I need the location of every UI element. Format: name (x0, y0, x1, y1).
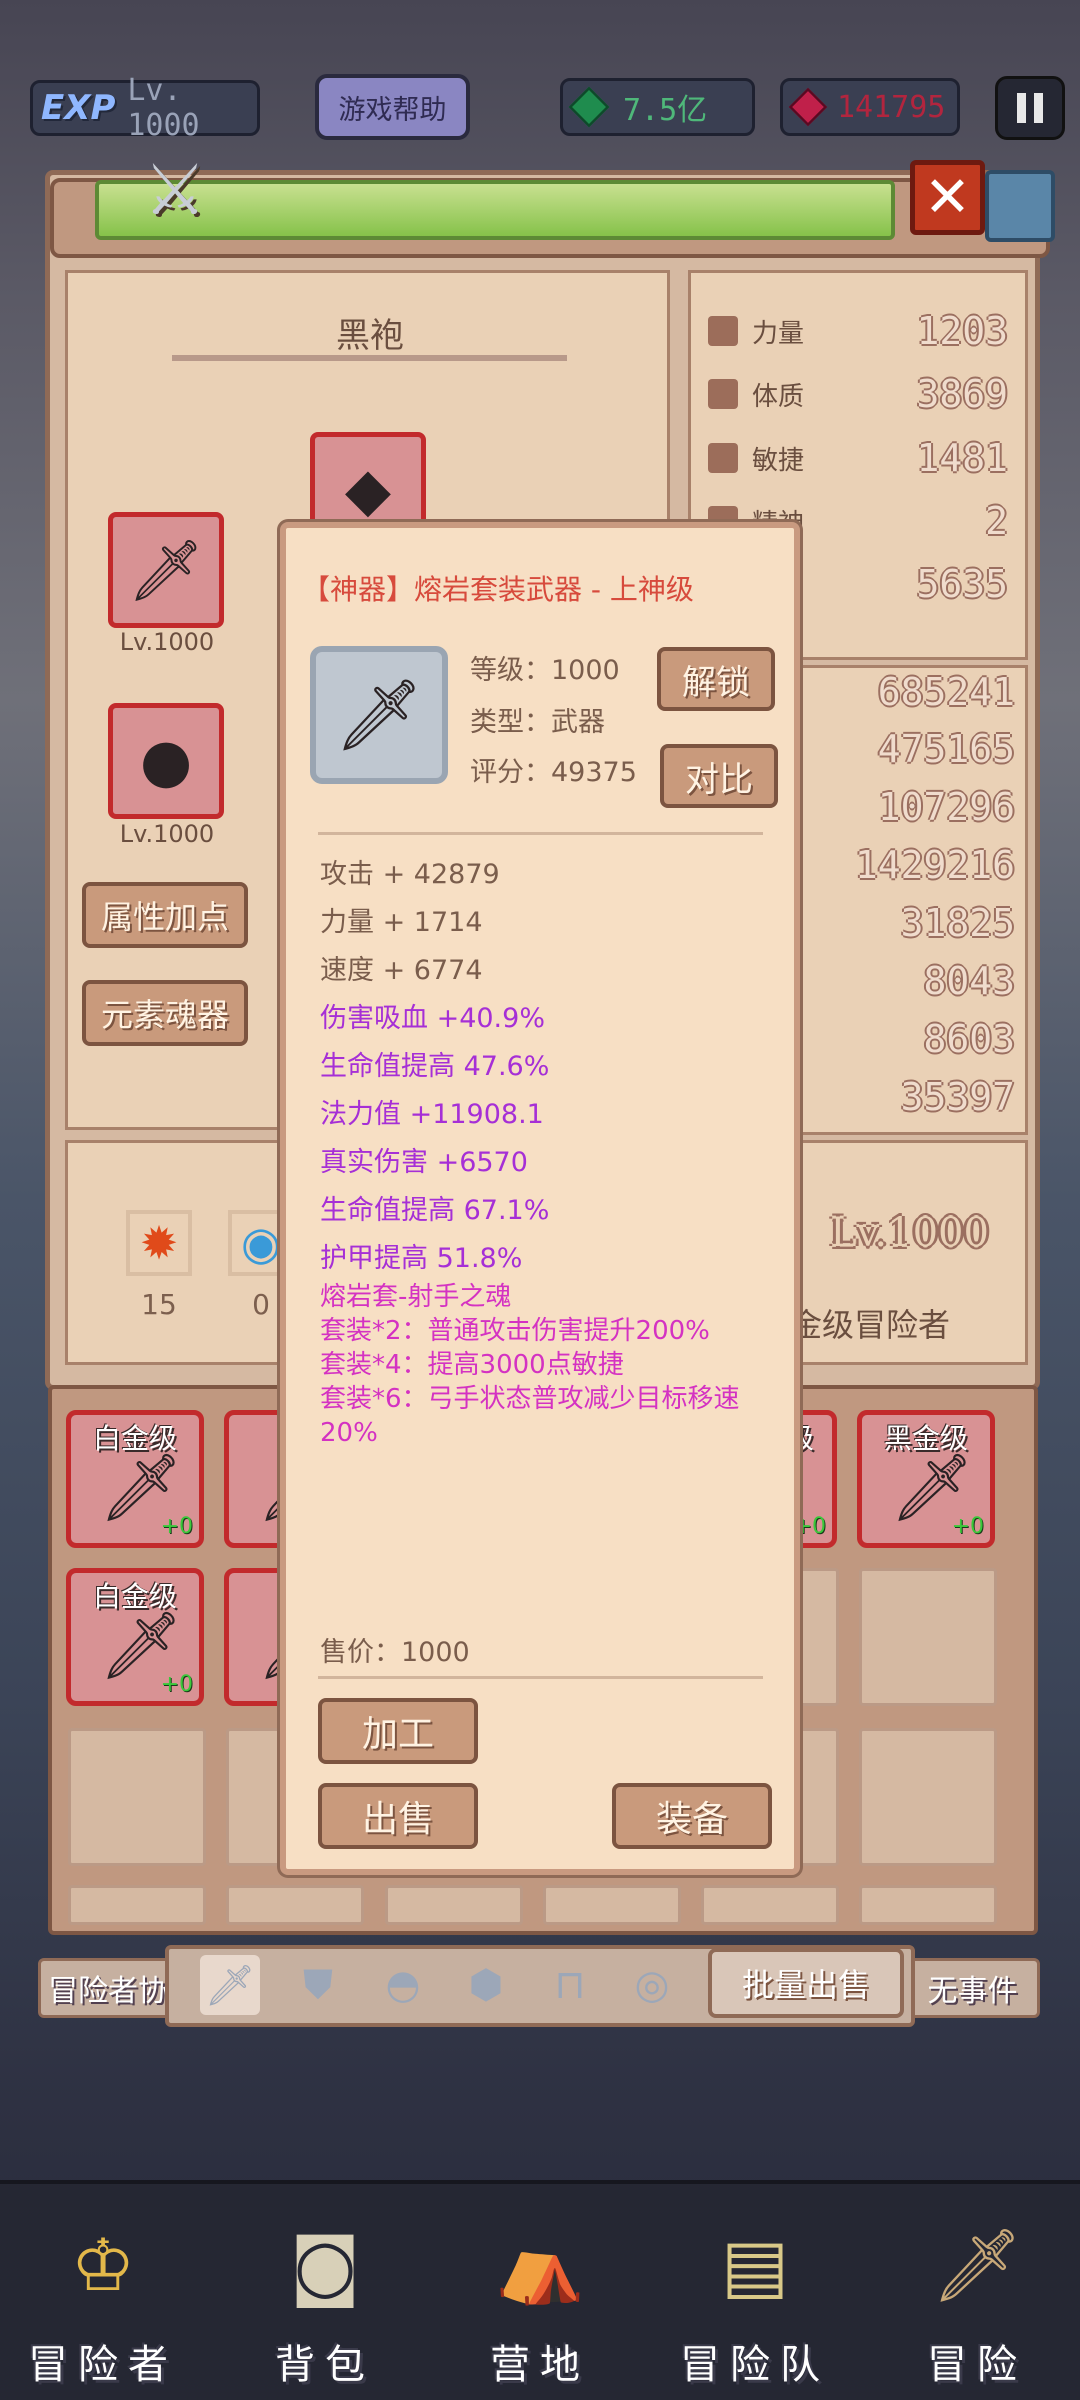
inventory-slot[interactable] (859, 1568, 997, 1706)
stat-constitution: 体质 3869 (708, 363, 1008, 425)
popup-divider (318, 1676, 763, 1679)
tab-weapon-icon[interactable]: 🗡 (200, 1955, 260, 2015)
stat-strength: 力量 1203 (708, 300, 1008, 362)
sword-icon: 🗡 (334, 673, 424, 756)
attr-strength: 力量 + 1714 (320, 907, 483, 938)
bag-icon: ◙ (290, 2223, 360, 2307)
tab-ring-icon[interactable]: ◎ (622, 1955, 682, 2015)
equip-slot-weapon[interactable]: 🗡 (108, 512, 224, 628)
title-green-bar (95, 180, 895, 240)
exp-level-badge: EXP Lv. 1000 (30, 73, 260, 143)
pause-button[interactable] (995, 76, 1065, 140)
sell-button[interactable]: 出售 (318, 1783, 478, 1849)
tab-armor-icon[interactable]: ⛊ (288, 1955, 348, 2015)
inventory-slot[interactable] (226, 1885, 364, 1925)
inventory-item[interactable]: 白金级 🗡 +0 (66, 1568, 204, 1706)
player-level-label: Lv. 1000 (127, 73, 200, 143)
compare-button[interactable]: 对比 (660, 744, 778, 808)
pause-icon (1017, 93, 1026, 123)
fire-element[interactable]: ✹ (126, 1210, 192, 1276)
book-icon: ▤ (720, 2223, 790, 2307)
inventory-slot[interactable] (385, 1885, 523, 1925)
item-icon-frame: 🗡 (310, 646, 448, 784)
ruby-amount: 141795 (837, 89, 946, 125)
attribute-points-button[interactable]: 属性加点 (82, 882, 248, 948)
strength-icon (708, 316, 738, 346)
helmet-icon: ♔ (70, 2223, 136, 2307)
gloves-slot-level: Lv.1000 (119, 820, 215, 848)
set-name: 熔岩套-射手之魂 (320, 1282, 512, 1312)
inventory-slot[interactable] (68, 1885, 206, 1925)
exp-icon: EXP (41, 88, 116, 128)
close-tab-bg (985, 170, 1055, 242)
item-score: 评分：49375 (470, 757, 637, 788)
fire-count: 15 (141, 1288, 177, 1321)
nav-adventure[interactable]: 🗡 冒险 (877, 2210, 1077, 2400)
inventory-item[interactable]: 黑金级 🗡 +0 (857, 1410, 995, 1548)
emerald-icon (568, 86, 610, 128)
boot-icon (708, 443, 738, 473)
popup-divider (318, 832, 763, 835)
inventory-slot[interactable] (68, 1728, 206, 1866)
item-type: 类型：武器 (470, 707, 605, 738)
item-level: 等级：1000 (470, 655, 620, 686)
item-title: 【神器】熔岩套装武器 - 上神级 (302, 573, 694, 606)
game-help-button[interactable]: 游戏帮助 (315, 74, 470, 140)
sell-price: 售价：1000 (320, 1637, 470, 1668)
nav-backpack[interactable]: ◙ 背包 (225, 2210, 425, 2400)
process-button[interactable]: 加工 (318, 1698, 478, 1764)
character-name: 黑袍 (336, 316, 404, 356)
inventory-slot[interactable] (859, 1728, 997, 1866)
attr-mana: 法力值 +11908.1 (320, 1099, 544, 1130)
inventory-slot[interactable] (543, 1885, 681, 1925)
attr-hp-bonus: 生命值提高 47.6% (320, 1051, 550, 1082)
ruby-icon (788, 87, 828, 127)
set-effect-2: 套装*2：普通攻击伤害提升200% (320, 1316, 710, 1346)
close-button[interactable]: ✕ (910, 160, 985, 235)
unlock-button[interactable]: 解锁 (657, 647, 775, 711)
nav-team[interactable]: ▤ 冒险队 (655, 2210, 855, 2400)
tab-helmet-icon[interactable]: ◓ (373, 1955, 433, 2015)
set-effect-6: 套装*6：弓手状态普攻减少目标移速20% (320, 1384, 740, 1448)
attr-lifesteal: 伤害吸血 +40.9% (320, 1003, 545, 1034)
sword-icon: 🗡 (931, 2222, 1023, 2307)
equip-button[interactable]: 装备 (612, 1783, 772, 1849)
element-soul-button[interactable]: 元素魂器 (82, 980, 248, 1046)
bulk-sell-button[interactable]: 批量出售 (708, 1948, 904, 2018)
name-underline (172, 355, 567, 361)
player-rank: 金级冒险者 (790, 1306, 951, 1344)
tab-chest-icon[interactable]: ⬢ (456, 1955, 516, 2015)
ruby-currency: 141795 (780, 78, 960, 136)
attr-true-damage: 真实伤害 +6570 (320, 1147, 528, 1178)
weapon-slot-level: Lv.1000 (119, 628, 215, 656)
camp-icon: ⛺ (495, 2222, 585, 2307)
stat-agility: 敏捷 1481 (708, 427, 1008, 489)
attr-speed: 速度 + 6774 (320, 955, 483, 986)
set-effect-4: 套装*4：提高3000点敏捷 (320, 1350, 624, 1380)
equip-slot-gloves[interactable]: ● (108, 703, 224, 819)
adventurer-guild-tag[interactable]: 冒险者协 (38, 1958, 178, 2018)
crossed-swords-icon: ⚔ (143, 149, 207, 231)
heart-icon (708, 379, 738, 409)
nav-adventurer[interactable]: ♔ 冒险者 (3, 2210, 203, 2400)
no-event-tag[interactable]: 无事件 (905, 1958, 1040, 2018)
attr-hp-bonus-2: 生命值提高 67.1% (320, 1195, 550, 1226)
gem-currency: 7.5亿 (560, 78, 755, 136)
player-level-display: Lv.1000 (830, 1210, 989, 1256)
fire-icon: ✹ (139, 1216, 179, 1270)
inventory-slot[interactable] (859, 1885, 997, 1925)
attr-attack: 攻击 + 42879 (320, 859, 500, 890)
tab-boots-icon[interactable]: ⊓ (540, 1955, 600, 2015)
inventory-slot[interactable] (701, 1885, 839, 1925)
gloves-icon: ● (139, 726, 193, 796)
attr-armor: 护甲提高 51.8% (320, 1243, 523, 1274)
nav-camp[interactable]: ⛺ 营地 (440, 2210, 640, 2400)
inventory-item[interactable]: 白金级 🗡 +0 (66, 1410, 204, 1548)
water-icon: ◉ (240, 1216, 282, 1270)
sword-icon: 🗡 (127, 535, 205, 606)
helmet-icon: ◆ (344, 455, 392, 525)
gem-amount: 7.5亿 (623, 93, 708, 128)
